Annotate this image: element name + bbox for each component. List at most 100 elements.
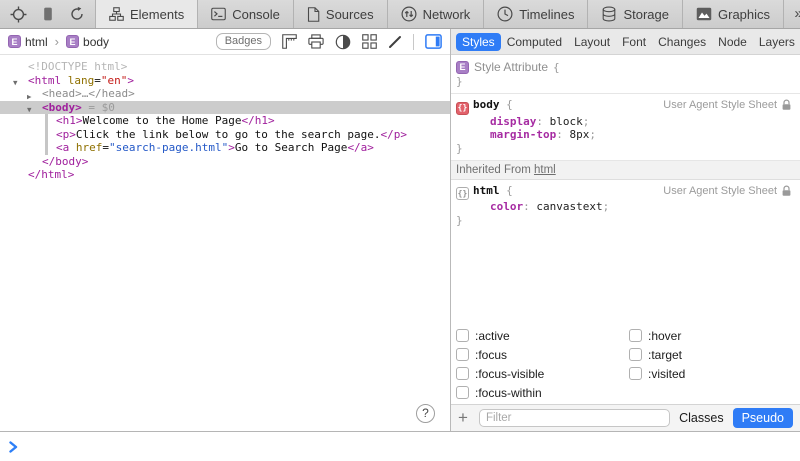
ruler-icon[interactable] (282, 34, 297, 49)
lock-icon (781, 185, 792, 197)
element-badge-icon: E (8, 35, 21, 48)
breadcrumb-bar: E html › E body Badges (0, 29, 450, 55)
pseudo-checkbox-target[interactable]: :target (629, 345, 685, 364)
pseudo-checkbox-focus-visible[interactable]: :focus-visible (456, 364, 629, 383)
reload-page-button[interactable] (69, 6, 85, 22)
panel-tab-layout[interactable]: Layout (568, 33, 616, 51)
checkbox-icon[interactable] (629, 367, 642, 380)
toolbar-divider (413, 34, 414, 50)
dom-line-body-close[interactable]: </body> (0, 155, 450, 169)
panel-tab-node[interactable]: Node (712, 33, 753, 51)
toolbar-tab-network[interactable]: Network (387, 0, 484, 28)
crosshair-icon (10, 6, 27, 23)
pseudo-button[interactable]: Pseudo (733, 408, 793, 428)
rule-origin-label: User Agent Style Sheet (663, 99, 777, 111)
panel-tab-styles[interactable]: Styles (456, 33, 501, 51)
dom-line-body[interactable]: ▼<body> = $0 (0, 101, 450, 115)
pseudo-checkbox-focus-within[interactable]: :focus-within (456, 383, 629, 402)
dom-line-p[interactable]: <p>Click the link below to go to the sea… (0, 128, 450, 142)
css-rule-body: User Agent Style Sheet {}body { display:… (451, 94, 800, 161)
quick-console-bar[interactable] (0, 431, 800, 461)
checkbox-icon[interactable] (456, 329, 469, 342)
pseudo-label: :focus-within (475, 386, 542, 400)
css-property-display[interactable]: display: block; (456, 115, 794, 129)
storage-icon (601, 6, 617, 22)
checkbox-icon[interactable] (629, 329, 642, 342)
rule-properties: color: canvastext; (456, 200, 794, 214)
rule-selector[interactable]: body (473, 98, 500, 111)
dom-line-h1[interactable]: <h1>Welcome to the Home Page</h1> (0, 114, 450, 128)
breadcrumb-separator-icon: › (55, 34, 59, 49)
panel-tab-layers[interactable]: Layers (753, 33, 800, 51)
checkbox-icon[interactable] (629, 348, 642, 361)
badges-button[interactable]: Badges (216, 33, 271, 50)
close-brace: } (456, 214, 794, 228)
styles-filter-bar: + Classes Pseudo (451, 404, 800, 431)
rule-selector[interactable]: html (473, 184, 500, 197)
pseudo-label: :focus (475, 348, 507, 362)
css-property-margin-top[interactable]: margin-top: 8px; (456, 128, 794, 142)
dom-tree: <!DOCTYPE html>▼<html lang="en">▶<head>…… (0, 56, 450, 430)
toolbar-tabs: Elements Console Sources Network Timelines St… (95, 0, 783, 28)
appearance-contrast-icon[interactable] (335, 34, 351, 50)
styles-filter-input[interactable] (479, 409, 670, 427)
pseudo-label: :active (475, 329, 510, 343)
rule-origin-label: User Agent Style Sheet (663, 185, 777, 197)
checkbox-icon[interactable] (456, 367, 469, 380)
inherited-from-bar: Inherited From html (451, 161, 800, 180)
print-styles-icon[interactable] (308, 34, 324, 49)
panel-tab-font[interactable]: Font (616, 33, 652, 51)
panel-tab-computed[interactable]: Computed (501, 33, 568, 51)
toolbar-tab-console[interactable]: Console (197, 0, 293, 28)
help-button[interactable]: ? (416, 404, 435, 423)
overflow-tabs-button[interactable]: » (783, 0, 800, 28)
device-icon (40, 6, 56, 22)
tab-label: Timelines (519, 7, 574, 22)
edit-brush-icon[interactable] (388, 35, 402, 49)
tab-label: Elements (130, 7, 184, 22)
toolbar-tab-timelines[interactable]: Timelines (483, 0, 587, 28)
reload-icon (69, 6, 85, 22)
close-brace: } (456, 75, 794, 89)
pseudo-label: :focus-visible (475, 367, 544, 381)
checkbox-icon[interactable] (456, 348, 469, 361)
toolbar-tab-sources[interactable]: Sources (293, 0, 387, 28)
pseudo-checkbox-active[interactable]: :active (456, 326, 629, 345)
dom-line-html[interactable]: ▼<html lang="en"> (0, 74, 450, 88)
console-icon (211, 7, 226, 21)
grid-overlay-icon[interactable] (362, 34, 377, 49)
dom-line-doctype[interactable]: <!DOCTYPE html> (0, 60, 450, 74)
inherited-from-link[interactable]: html (534, 164, 556, 176)
close-brace: } (456, 142, 794, 156)
tab-label: Network (423, 7, 471, 22)
dom-line-head[interactable]: ▶<head>…</head> (0, 87, 450, 101)
tab-label: Console (232, 7, 280, 22)
inspect-element-button[interactable] (10, 6, 27, 23)
pseudo-class-checkboxes: :active :focus :focus-visible :focus-within… (451, 326, 800, 402)
toolbar-right-tools: » (783, 0, 800, 28)
toolbar-tab-elements[interactable]: Elements (95, 0, 197, 28)
console-prompt-chevron-icon (9, 441, 18, 453)
checkbox-icon[interactable] (456, 386, 469, 399)
network-icon (401, 6, 417, 22)
elements-toolbar-buttons: Badges (216, 33, 442, 50)
device-settings-button[interactable] (40, 6, 56, 22)
dom-line-a[interactable]: <a href="search-page.html">Go to Search … (0, 141, 450, 155)
open-brace: { (500, 184, 513, 197)
pseudo-checkbox-focus[interactable]: :focus (456, 345, 629, 364)
css-property-color[interactable]: color: canvastext; (456, 200, 794, 214)
panel-tab-changes[interactable]: Changes (652, 33, 712, 51)
open-brace: { (553, 61, 560, 75)
css-rule-badge-icon: {} (456, 187, 469, 200)
details-sidebar-toggle-icon[interactable] (425, 34, 442, 49)
dom-line-html-close[interactable]: </html> (0, 168, 450, 182)
toolbar-tab-storage[interactable]: Storage (587, 0, 682, 28)
add-rule-button[interactable]: + (458, 409, 470, 428)
breadcrumb-item-html[interactable]: html (25, 35, 48, 49)
breadcrumb-item-body[interactable]: body (83, 35, 109, 49)
toolbar-tab-graphics[interactable]: Graphics (682, 0, 783, 28)
inherited-from-label: Inherited From (456, 164, 531, 176)
pseudo-checkbox-hover[interactable]: :hover (629, 326, 685, 345)
pseudo-checkbox-visited[interactable]: :visited (629, 364, 685, 383)
classes-button[interactable]: Classes (679, 411, 723, 425)
